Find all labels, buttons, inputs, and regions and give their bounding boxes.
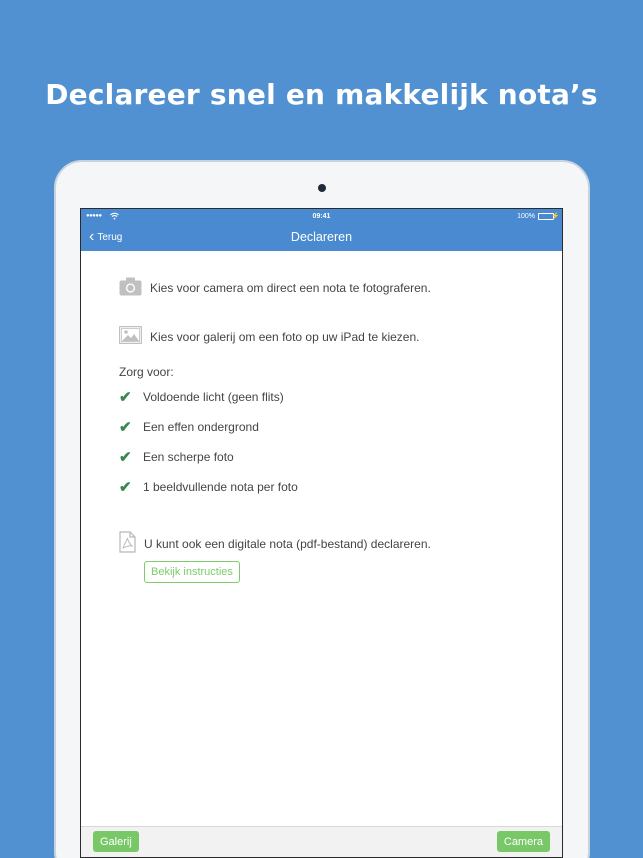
gallery-info-text: Kies voor galerij om een foto op uw iPad… xyxy=(150,329,420,344)
ipad-front-camera xyxy=(318,184,326,192)
headline: Declareer snel en makkelijk nota’s xyxy=(45,78,598,111)
gallery-button[interactable]: Galerij xyxy=(93,831,139,852)
checklist-text: Een effen ondergrond xyxy=(143,420,259,434)
view-instructions-button[interactable]: Bekijk instructies xyxy=(144,561,240,583)
checkmark-icon: ✔ xyxy=(119,389,132,406)
checkmark-icon: ✔ xyxy=(119,419,132,436)
checkmark-icon: ✔ xyxy=(119,479,132,496)
pdf-info-text: U kunt ook een digitale nota (pdf-bestan… xyxy=(144,536,431,551)
bottom-toolbar: Galerij Camera xyxy=(81,826,562,857)
pdf-info-row: U kunt ook een digitale nota (pdf-bestan… xyxy=(119,531,431,556)
nav-title: Declareren xyxy=(290,230,353,244)
checkmark-icon: ✔ xyxy=(119,449,132,466)
list-item: ✔ Een effen ondergrond xyxy=(119,418,259,436)
pdf-document-icon xyxy=(119,531,144,556)
list-item: ✔ Voldoende licht (geen flits) xyxy=(119,388,284,406)
camera-info-row: Kies voor camera om direct een nota te f… xyxy=(119,277,431,299)
app-screen: ●●●●● 09:41 100% ⚡ ‹ Terug Declareren Ki… xyxy=(80,208,563,858)
charging-icon: ⚡ xyxy=(551,213,560,220)
zorg-voor-label: Zorg voor: xyxy=(119,365,174,379)
list-item: ✔ 1 beeldvullende nota per foto xyxy=(119,478,298,496)
checklist-text: Een scherpe foto xyxy=(143,450,234,464)
image-icon xyxy=(118,325,150,347)
camera-icon xyxy=(119,277,150,299)
battery-percentage: 100% xyxy=(517,213,535,220)
status-time: 09:41 xyxy=(312,213,331,220)
camera-button[interactable]: Camera xyxy=(496,831,550,852)
navigation-bar: ‹ Terug Declareren xyxy=(81,226,562,251)
content-area: Kies voor camera om direct een nota te f… xyxy=(81,251,562,826)
checklist-text: Voldoende licht (geen flits) xyxy=(143,390,284,404)
camera-info-text: Kies voor camera om direct een nota te f… xyxy=(150,281,431,295)
list-item: ✔ Een scherpe foto xyxy=(119,448,234,466)
status-bar: ●●●●● 09:41 100% ⚡ xyxy=(81,209,562,226)
gallery-info-row: Kies voor galerij om een foto op uw iPad… xyxy=(118,325,420,347)
checklist-text: 1 beeldvullende nota per foto xyxy=(143,480,298,494)
